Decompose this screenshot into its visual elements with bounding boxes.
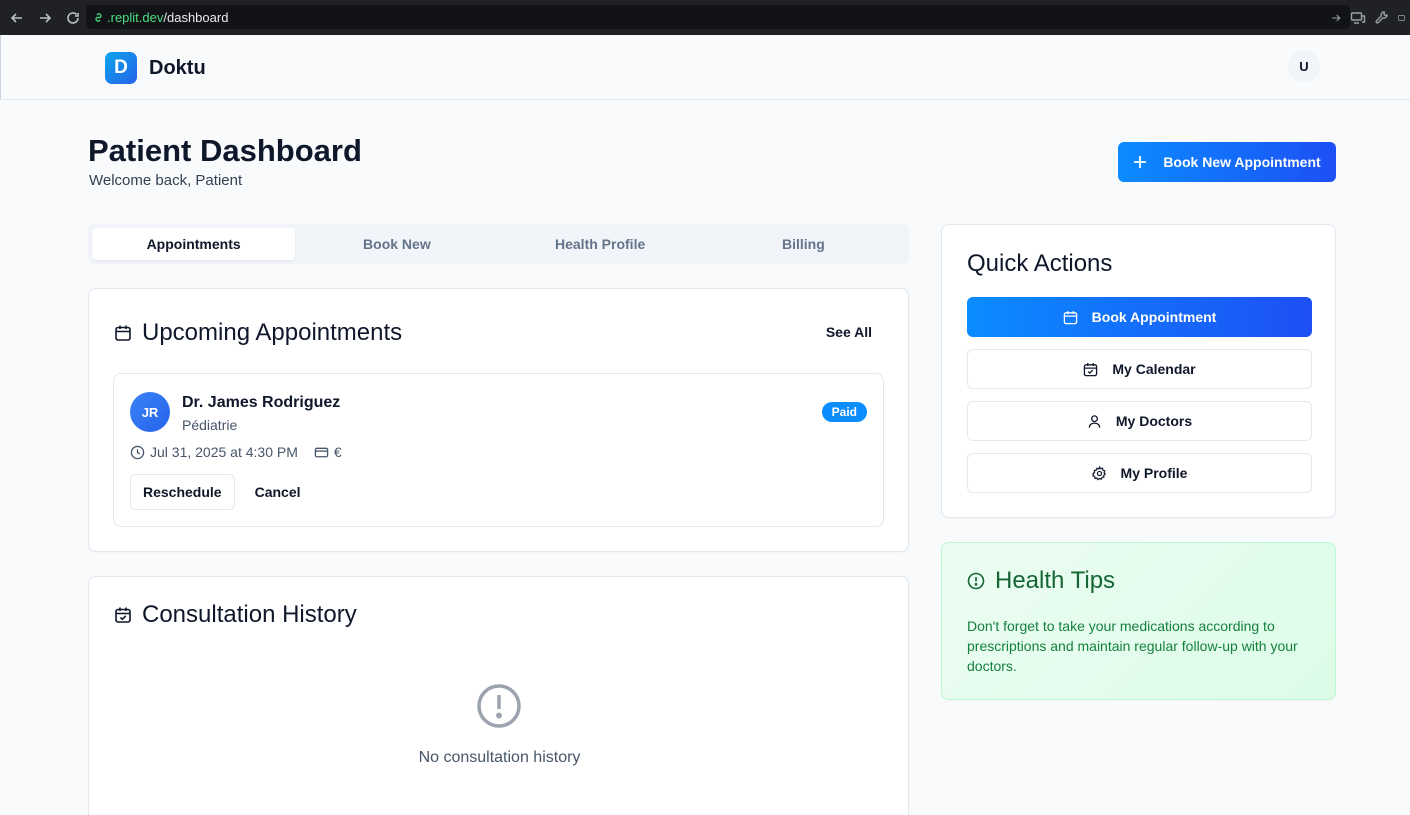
appointment-meta: Jul 31, 2025 at 4:30 PM € — [130, 444, 342, 460]
address-bar[interactable]: .replit.dev/dashboard — [86, 5, 1350, 29]
my-calendar-button[interactable]: My Calendar — [967, 349, 1312, 389]
see-all-link[interactable]: See All — [826, 324, 872, 340]
forward-arrow-icon[interactable] — [31, 4, 59, 32]
page-subtitle: Welcome back, Patient — [89, 172, 243, 189]
calendar-icon — [1063, 310, 1077, 324]
tab-health-profile[interactable]: Health Profile — [499, 228, 702, 260]
cancel-button[interactable]: Cancel — [241, 474, 315, 510]
reload-icon[interactable] — [59, 4, 87, 32]
tab-book-new[interactable]: Book New — [295, 228, 498, 260]
appointment-actions: Reschedule Cancel — [130, 474, 315, 510]
tab-billing[interactable]: Billing — [702, 228, 905, 260]
app-header: D Doktu U — [0, 35, 1410, 100]
doctor-name: Dr. James Rodriguez — [182, 394, 341, 411]
health-tips-title: Health Tips — [995, 567, 1116, 594]
calendar-check-icon — [1084, 362, 1098, 376]
url-domain: .replit.dev — [107, 9, 164, 25]
page-title: Patient Dashboard — [88, 133, 362, 168]
back-arrow-icon[interactable] — [3, 4, 31, 32]
link-icon — [95, 12, 102, 22]
plus-icon — [1134, 156, 1147, 168]
my-profile-button[interactable]: My Profile — [967, 453, 1312, 493]
wrench-icon[interactable] — [1374, 10, 1390, 26]
url-path: /dashboard — [163, 9, 229, 25]
gear-icon — [1091, 465, 1106, 480]
consultation-history-card: Consultation History No consultation his… — [88, 576, 909, 815]
upcoming-appointments-title: Upcoming Appointments — [142, 319, 403, 346]
alert-circle-icon — [477, 684, 521, 728]
health-tips-card: Health Tips Don't forget to take your me… — [941, 542, 1336, 700]
panel-icon[interactable] — [1398, 10, 1406, 26]
upcoming-appointments-heading: Upcoming Appointments — [114, 319, 402, 347]
appointment-item: JR Dr. James Rodriguez Pédiatrie Paid Ju… — [113, 373, 884, 527]
appointment-price: € — [314, 444, 342, 460]
clock-icon — [130, 445, 145, 459]
user-icon — [1088, 414, 1101, 428]
brand-name[interactable]: Doktu — [149, 57, 206, 80]
appointment-datetime: Jul 31, 2025 at 4:30 PM — [130, 444, 298, 460]
doctor-avatar: JR — [130, 392, 170, 432]
arrow-right-icon[interactable] — [1330, 12, 1342, 24]
tab-appointments[interactable]: Appointments — [92, 228, 296, 260]
book-new-appointment-label: Book New Appointment — [1163, 154, 1321, 170]
user-avatar[interactable]: U — [1288, 50, 1320, 82]
book-new-appointment-button[interactable]: Book New Appointment — [1118, 142, 1336, 182]
my-doctors-label: My Doctors — [1115, 413, 1193, 429]
health-tips-text: Don't forget to take your medications ac… — [967, 618, 1298, 674]
browser-tools — [1330, 0, 1410, 35]
my-calendar-label: My Calendar — [1112, 361, 1196, 377]
health-tips-heading: Health Tips — [967, 567, 1115, 595]
upcoming-appointments-card: Upcoming Appointments See All JR Dr. Jam… — [88, 288, 909, 552]
empty-history-text: No consultation history — [418, 749, 581, 766]
doctor-specialty: Pédiatrie — [182, 417, 238, 433]
alert-circle-icon — [967, 572, 985, 590]
logo-mark[interactable]: D — [105, 52, 137, 84]
quick-actions-title: Quick Actions — [967, 250, 1113, 277]
quick-actions-card: Quick Actions Book Appointment My Calend… — [941, 224, 1336, 518]
dashboard-tabs: Appointments Book New Health Profile Bil… — [88, 224, 909, 264]
my-profile-label: My Profile — [1120, 465, 1188, 481]
consultation-history-title: Consultation History — [142, 601, 357, 628]
appointment-price-text: € — [333, 444, 342, 460]
devices-icon[interactable] — [1350, 10, 1366, 26]
calendar-check-icon — [115, 607, 131, 623]
my-doctors-button[interactable]: My Doctors — [967, 401, 1312, 441]
book-appointment-button[interactable]: Book Appointment — [967, 297, 1312, 337]
appointment-datetime-text: Jul 31, 2025 at 4:30 PM — [150, 444, 298, 460]
browser-toolbar: .replit.dev/dashboard — [0, 0, 1410, 35]
credit-card-icon — [314, 447, 329, 457]
status-badge: Paid — [821, 402, 867, 422]
book-appointment-label: Book Appointment — [1091, 309, 1217, 325]
calendar-icon — [115, 325, 131, 341]
reschedule-button[interactable]: Reschedule — [130, 474, 235, 510]
consultation-history-heading: Consultation History — [114, 601, 357, 629]
